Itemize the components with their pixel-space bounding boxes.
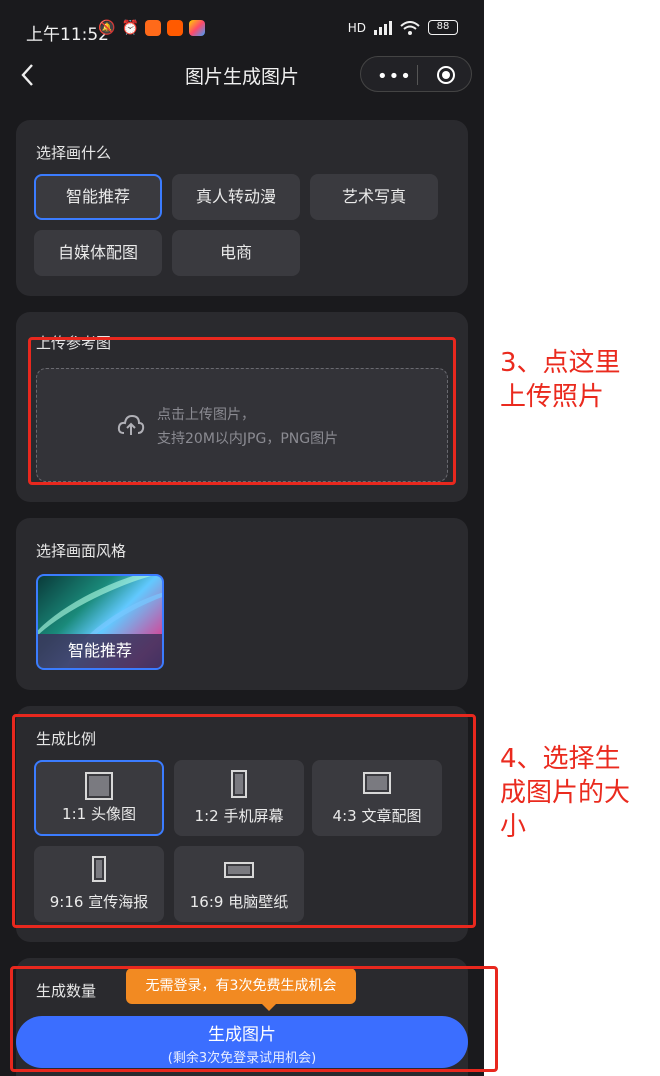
annotation-step4-line1: 4、选择生 — [500, 744, 621, 774]
wifi-icon — [400, 20, 420, 35]
signal-bars-icon — [374, 20, 392, 35]
status-bar: 上午11:52 🔕 ⏰ HD 88 — [0, 0, 484, 56]
annotation-step4-line3: 小 — [500, 812, 527, 842]
annotation-box-generate — [10, 966, 498, 1072]
status-time: 上午11:52 — [26, 25, 109, 45]
more-menu-icon[interactable]: ••• — [377, 66, 412, 87]
annotation-step4: 4、选择生 成图片的大 小 — [500, 742, 630, 844]
subject-option-ecommerce[interactable]: 电商 — [172, 230, 300, 276]
annotation-box-upload — [28, 337, 456, 485]
style-card: 选择画面风格 智能推荐 — [16, 518, 468, 690]
system-indicators: HD 88 — [348, 20, 458, 35]
annotation-step3-line2: 上传照片 — [500, 382, 605, 412]
subject-option-art[interactable]: 艺术写真 — [310, 174, 438, 220]
photos-app-icon — [188, 20, 205, 36]
battery-icon: 88 — [428, 20, 458, 35]
mini-program-capsule: ••• — [360, 56, 472, 92]
style-title: 选择画面风格 — [36, 542, 127, 560]
subject-card: 选择画什么 智能推荐 真人转动漫 艺术写真 自媒体配图 电商 — [16, 120, 468, 296]
annotation-box-ratio — [12, 714, 476, 928]
subject-option-smart[interactable]: 智能推荐 — [34, 174, 162, 220]
alarm-icon: ⏰ — [121, 20, 139, 36]
style-option-label: 智能推荐 — [38, 634, 162, 668]
annotation-step3: 3、点这里 上传照片 — [500, 346, 621, 414]
subject-title: 选择画什么 — [36, 144, 112, 162]
app-notification-icon — [144, 20, 161, 36]
annotation-step4-line2: 成图片的大 — [500, 778, 631, 808]
mi-app-icon — [166, 20, 183, 36]
annotation-step3-line1: 3、点这里 — [500, 348, 621, 378]
close-program-icon[interactable] — [437, 66, 455, 84]
signal-icon: HD — [347, 20, 366, 35]
subject-option-anime[interactable]: 真人转动漫 — [172, 174, 300, 220]
subject-option-media[interactable]: 自媒体配图 — [34, 230, 162, 276]
mute-icon: 🔕 — [98, 20, 116, 36]
style-option-smart[interactable]: 智能推荐 — [36, 574, 164, 670]
capsule-divider — [417, 65, 418, 85]
nav-bar: 图片生成图片 ••• — [0, 56, 484, 96]
notification-icons: 🔕 ⏰ — [98, 20, 205, 36]
